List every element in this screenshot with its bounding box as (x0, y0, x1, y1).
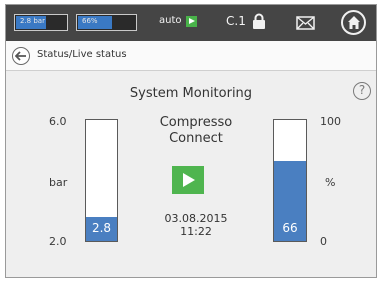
breadcrumb-bar: Status/Live status (6, 41, 376, 71)
datetime: 03.08.2015 11:22 (126, 212, 266, 238)
device-screen: 2.8 bar 66% auto C.1 Status/Live status … (5, 4, 377, 278)
pressure-unit-label: bar (49, 176, 68, 189)
page-title: System Monitoring (129, 86, 253, 101)
percent-min-label: 0 (320, 235, 327, 248)
pressure-gauge: 2.8 (85, 119, 118, 242)
mail-icon[interactable] (296, 15, 315, 30)
mini-percent-text: 66% (82, 17, 98, 25)
status-bar: 2.8 bar 66% auto C.1 (6, 5, 376, 41)
pressure-max-label: 6.0 (49, 115, 67, 128)
mini-pressure-text: 2.8 bar (20, 17, 45, 25)
device-name-line2: Connect (169, 131, 223, 146)
play-icon[interactable] (186, 16, 197, 27)
pressure-min-label: 2.0 (49, 235, 67, 248)
lock-icon[interactable] (252, 13, 266, 30)
pressure-value: 2.8 (91, 221, 112, 235)
percent-gauge: 66 (273, 119, 307, 242)
device-name-line1: Compresso (159, 115, 233, 130)
help-icon[interactable]: ? (353, 82, 371, 100)
device-name: Compresso Connect (126, 115, 266, 147)
percent-max-label: 100 (320, 115, 341, 128)
start-play-button[interactable] (172, 166, 204, 194)
mini-percent-gauge[interactable]: 66% (76, 14, 137, 31)
home-icon[interactable] (341, 10, 366, 35)
controller-label[interactable]: C.1 (226, 14, 246, 28)
percent-unit-label: % (325, 176, 336, 189)
mini-pressure-gauge[interactable]: 2.8 bar (14, 14, 68, 31)
date-text: 03.08.2015 (164, 212, 228, 225)
time-text: 11:22 (180, 225, 212, 238)
back-arrow-icon[interactable] (12, 47, 30, 65)
breadcrumb: Status/Live status (37, 49, 127, 60)
percent-value: 66 (282, 221, 298, 235)
mode-label: auto (159, 15, 182, 26)
